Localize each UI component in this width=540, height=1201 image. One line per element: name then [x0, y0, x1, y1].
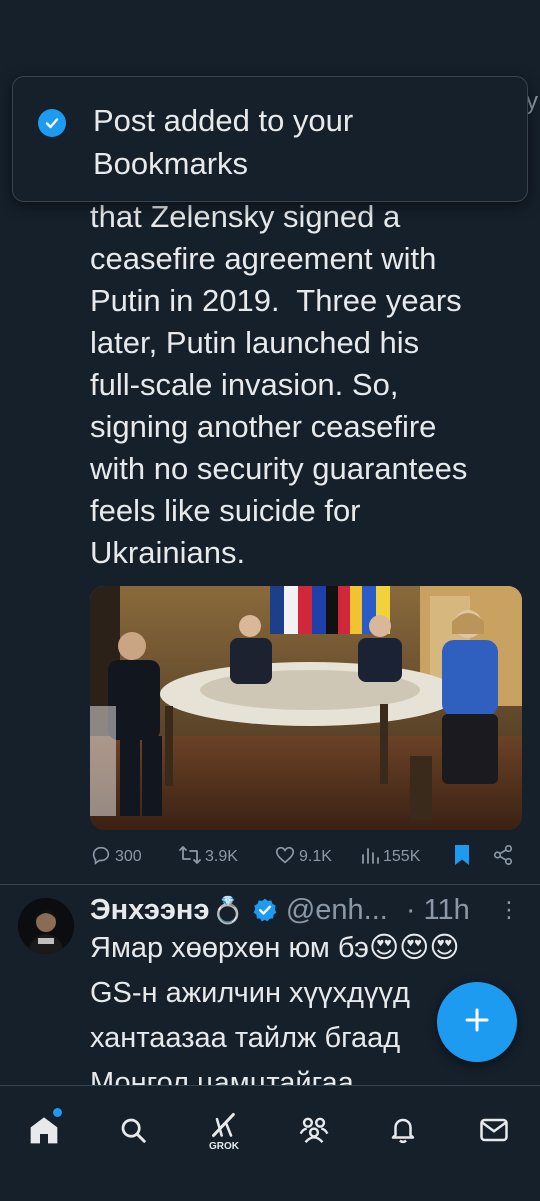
- toast-message: Post added to your Bookmarks: [93, 103, 354, 181]
- share-icon: [492, 844, 514, 871]
- repost-button[interactable]: 3.9K: [178, 844, 238, 871]
- plus-icon: [463, 1006, 491, 1039]
- edge-fragment: y: [526, 88, 538, 115]
- grok-icon: [210, 1112, 238, 1143]
- ring-emoji: 💍: [211, 894, 244, 925]
- nav-search[interactable]: [111, 1110, 155, 1154]
- more-options-icon[interactable]: ⋮: [498, 897, 520, 923]
- post-photo[interactable]: [90, 586, 522, 830]
- bottom-nav: GROK: [0, 1085, 540, 1201]
- views-button[interactable]: 155K: [360, 845, 420, 870]
- bell-icon: [388, 1115, 418, 1150]
- check-circle-icon: [38, 109, 66, 137]
- post-text: that Zelensky signed a ceasefire agreeme…: [90, 199, 468, 570]
- communities-icon: [297, 1114, 331, 1151]
- nav-communities[interactable]: [292, 1110, 336, 1154]
- nav-home[interactable]: [22, 1108, 66, 1154]
- like-count: 9.1K: [299, 848, 332, 865]
- grok-label: GROK: [209, 1141, 239, 1152]
- repost-icon: [178, 844, 202, 871]
- mail-icon: [479, 1116, 509, 1149]
- reply-count: 300: [115, 848, 142, 865]
- divider: [0, 884, 540, 885]
- bookmark-filled-icon: [452, 843, 472, 872]
- reply-header: Энхээнэ 💍 @enh... · 11h ⋮: [90, 890, 520, 930]
- search-icon: [118, 1115, 148, 1150]
- analytics-icon: [360, 845, 380, 870]
- timestamp: · 11h: [405, 893, 470, 926]
- home-icon: [28, 1114, 60, 1151]
- bookmark-toast[interactable]: Post added to your Bookmarks: [12, 76, 528, 202]
- repost-count: 3.9K: [205, 848, 238, 865]
- reply-icon: [90, 844, 112, 871]
- handle[interactable]: @enh...: [286, 894, 388, 927]
- compose-button[interactable]: [437, 982, 517, 1062]
- share-button[interactable]: [492, 844, 514, 871]
- views-count: 155K: [383, 848, 421, 865]
- reply-button[interactable]: 300: [90, 844, 142, 871]
- avatar[interactable]: [18, 898, 74, 954]
- display-name[interactable]: Энхээнэ: [90, 894, 209, 927]
- notification-dot: [53, 1108, 62, 1117]
- nav-messages[interactable]: [472, 1110, 516, 1154]
- post-actions: 300 3.9K 9.1K 155K: [90, 842, 522, 872]
- verified-icon: [252, 897, 278, 923]
- nav-grok[interactable]: GROK: [202, 1110, 246, 1154]
- heart-icon: [274, 844, 296, 871]
- bookmark-button[interactable]: [452, 843, 472, 872]
- nav-notifications[interactable]: [381, 1110, 425, 1154]
- like-button[interactable]: 9.1K: [274, 844, 332, 871]
